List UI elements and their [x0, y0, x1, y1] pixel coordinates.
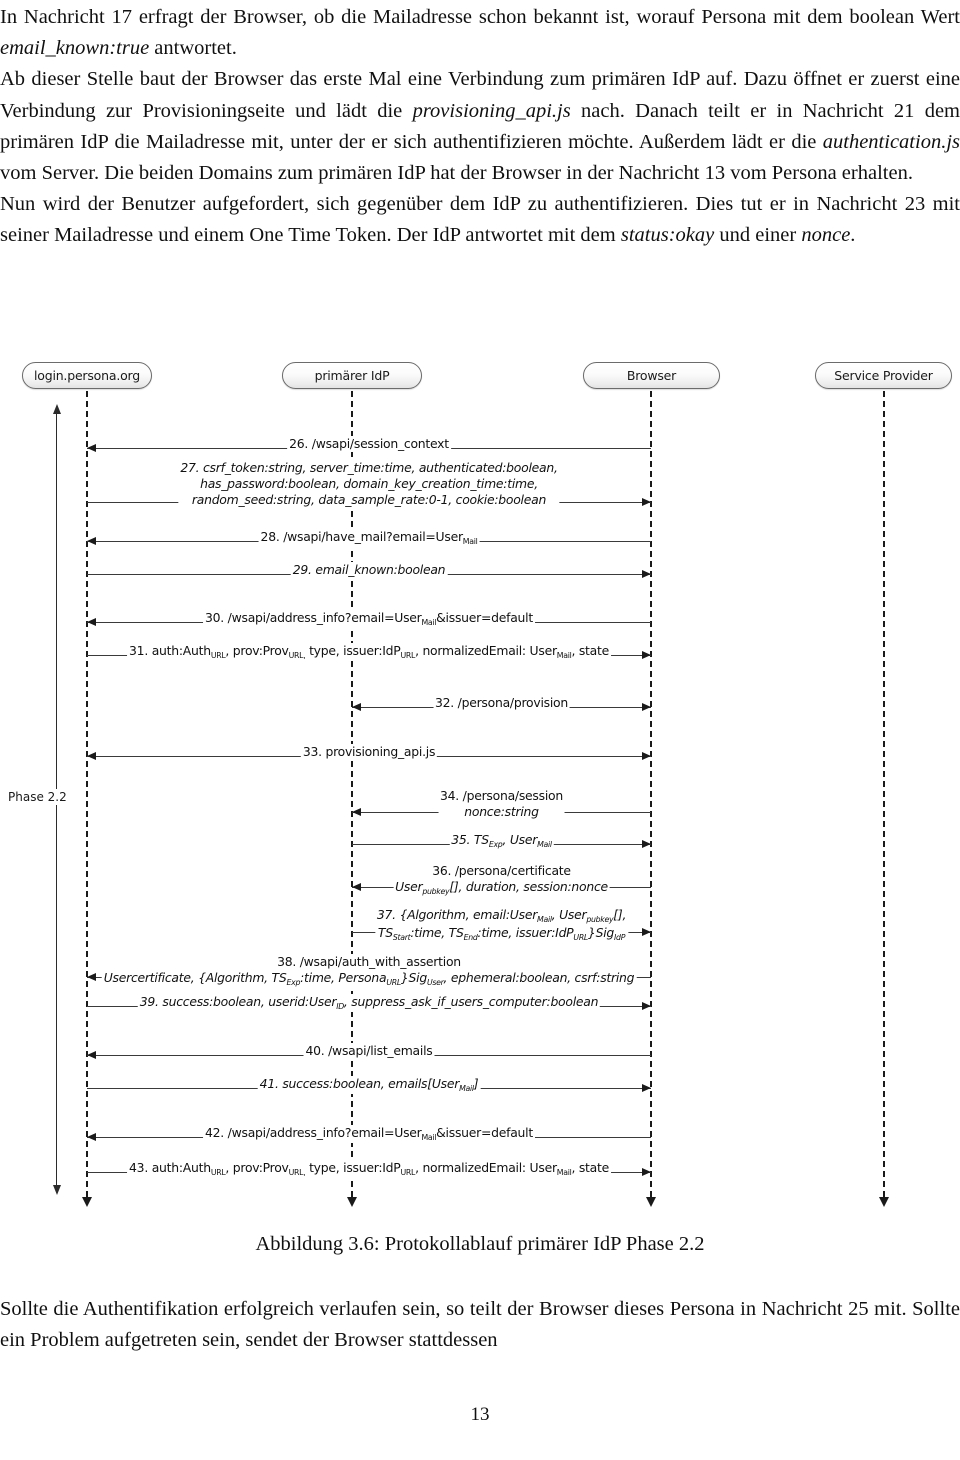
message-label-41: 41. success:boolean, emails[UserMail] [257, 1076, 481, 1094]
closing-text-block: Sollte die Authentifikation erfolgreich … [0, 1294, 960, 1356]
message-label-42: 42. /wsapi/address_info?email=UserMail&i… [203, 1125, 535, 1143]
message-arrowhead-27 [642, 498, 651, 506]
message-label-26: 26. /wsapi/session_context [287, 436, 451, 452]
page-number: 13 [470, 1404, 490, 1425]
message-arrowhead-43 [642, 1168, 651, 1176]
lifeline-head-service-provider: Service Provider [815, 362, 952, 389]
message-arrowhead-32 [352, 703, 361, 711]
intro-paragraph-3: Nun wird der Benutzer aufgefordert, sich… [0, 193, 960, 247]
message-label-27: 27. csrf_token:string, server_time:time,… [178, 460, 560, 508]
lifeline-label: Service Provider [834, 368, 933, 383]
figure-caption: Abbildung 3.6: Protokollablauf primärer … [255, 1233, 705, 1255]
message-label-33: 33. provisioning_api.js [300, 744, 438, 760]
lifeline-head-browser: Browser [583, 362, 720, 389]
message-label-31: 31. auth:AuthURL, prov:ProvURL, type, is… [127, 643, 611, 661]
lifeline-label: login.persona.org [33, 368, 140, 383]
message-arrowhead-30 [87, 618, 96, 626]
message-arrowhead-36 [352, 883, 361, 891]
message-label-35: 35. TSExp, UserMail [449, 832, 554, 850]
lifeline-head-primary-idp: primärer IdP [282, 362, 422, 389]
message-arrowhead-42 [87, 1133, 96, 1141]
message-arrowhead-32 [642, 703, 651, 711]
message-label-36: 36. /persona/certificate Userpubkey[], du… [393, 863, 610, 897]
message-arrowhead-26 [87, 444, 96, 452]
message-label-40: 40. /wsapi/list_emails [303, 1043, 435, 1059]
message-arrowhead-31 [642, 651, 651, 659]
message-arrowhead-41 [642, 1084, 651, 1092]
lifeline-end-arrow-persona [82, 1197, 92, 1207]
lifeline-end-arrow-browser [646, 1197, 656, 1207]
message-label-39: 39. success:boolean, userid:UserID, supp… [137, 994, 601, 1012]
message-arrowhead-40 [87, 1051, 96, 1059]
lifeline-end-arrow-primary-idp [347, 1197, 357, 1207]
message-arrowhead-38 [87, 973, 96, 981]
message-arrowhead-33 [642, 752, 651, 760]
message-arrowhead-39 [642, 1002, 651, 1010]
message-label-28: 28. /wsapi/have_mail?email=UserMail [258, 529, 480, 547]
phase-label: Phase 2.2 [5, 789, 70, 805]
intro-paragraph-2: Ab dieser Stelle baut der Browser das er… [0, 68, 960, 185]
lifeline-label: Browser [626, 368, 677, 383]
message-arrowhead-29 [642, 570, 651, 578]
message-arrowhead-37 [642, 928, 651, 936]
message-label-37: 37. {Algorithm, email:UserMail, Userpubk… [374, 907, 629, 943]
sequence-diagram: login.persona.org primärer IdP Browser Serv… [0, 352, 960, 1242]
lifeline-end-arrow-service-provider [879, 1197, 889, 1207]
phase-bracket-bottom-arrow [52, 1185, 61, 1195]
message-arrowhead-35 [642, 840, 651, 848]
intro-text-block: In Nachricht 17 erfragt der Browser, ob … [0, 2, 960, 252]
intro-paragraph-1: In Nachricht 17 erfragt der Browser, ob … [0, 6, 960, 60]
lifeline-head-persona: login.persona.org [22, 362, 152, 389]
lifeline-label: primärer IdP [314, 368, 390, 383]
message-label-38: 38. /wsapi/auth_with_assertion Usercertif… [101, 954, 637, 988]
message-label-32: 32. /persona/provision [433, 695, 570, 711]
lifeline-browser [650, 391, 652, 1197]
message-label-34: 34. /persona/session nonce:string [438, 788, 565, 820]
message-label-29: 29. email_known:boolean [290, 562, 448, 578]
message-arrowhead-33 [87, 752, 96, 760]
message-arrowhead-28 [87, 537, 96, 545]
message-label-43: 43. auth:AuthURL, prov:ProvURL, type, is… [127, 1160, 611, 1178]
message-label-30: 30. /wsapi/address_info?email=UserMail&i… [203, 610, 535, 628]
lifeline-service-provider [883, 391, 885, 1197]
closing-paragraph-1: Sollte die Authentifikation erfolgreich … [0, 1298, 960, 1352]
lifeline-persona [86, 391, 88, 1197]
message-arrowhead-34 [352, 808, 361, 816]
